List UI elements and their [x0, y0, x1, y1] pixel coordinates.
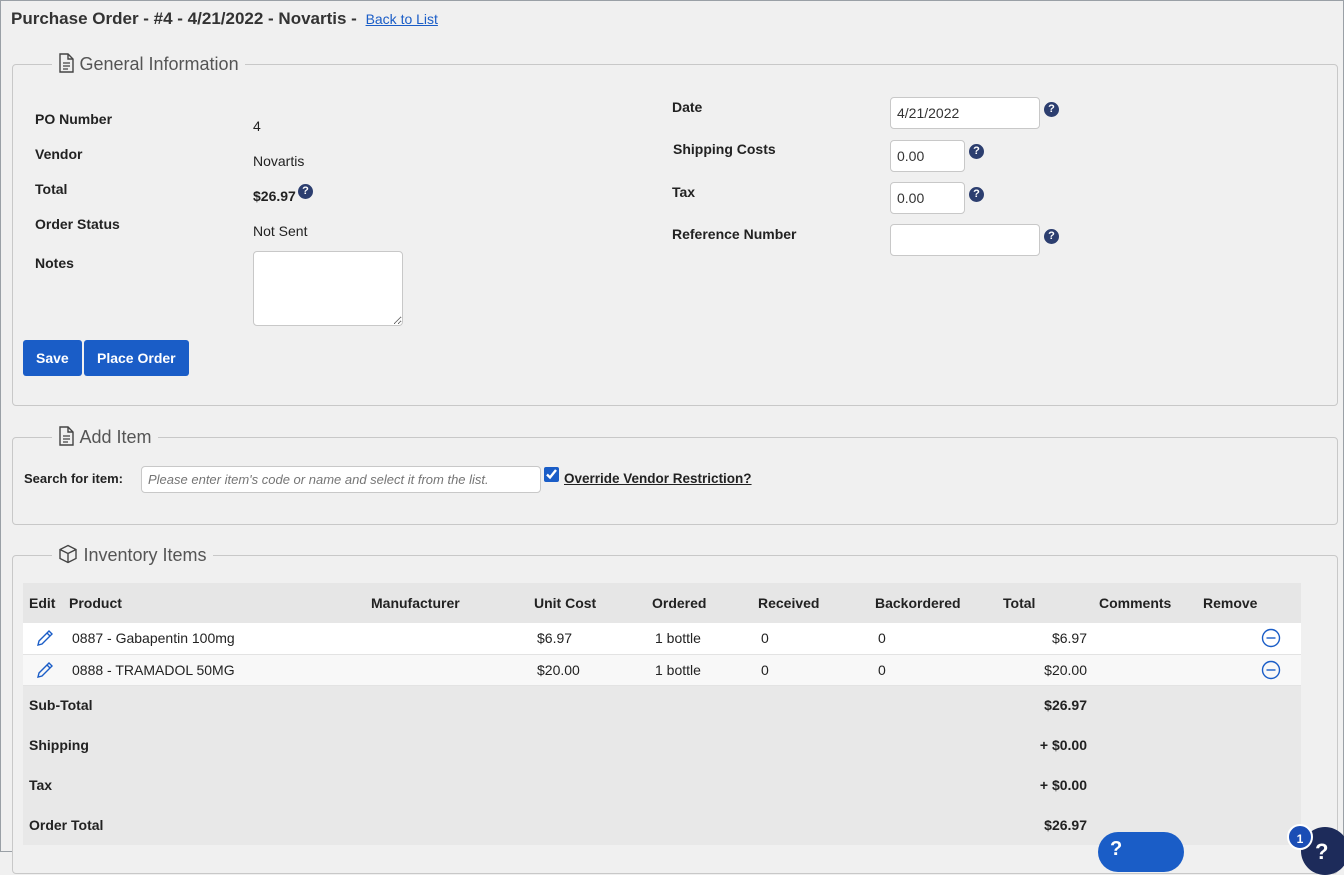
box-icon	[58, 544, 77, 564]
inventory-items-title: Inventory Items	[83, 545, 207, 565]
reference-number-label: Reference Number	[672, 226, 797, 242]
date-help-icon[interactable]: ?	[1044, 102, 1059, 117]
ordered-cell: 1 bottle	[655, 661, 701, 678]
item-search-input[interactable]	[141, 466, 541, 493]
product-cell: 0887 - Gabapentin 100mg	[72, 630, 235, 647]
shipping-summary-label: Shipping	[23, 725, 997, 765]
column-header-received: Received	[752, 583, 869, 623]
row-total-cell: $20.00	[1044, 661, 1087, 678]
backordered-cell: 0	[878, 661, 886, 678]
override-vendor-checkbox[interactable]	[544, 467, 559, 482]
remove-circle-icon[interactable]	[1261, 660, 1281, 680]
column-header-manufacturer: Manufacturer	[365, 583, 528, 623]
place-order-button[interactable]: Place Order	[84, 340, 189, 376]
search-item-label: Search for item:	[24, 471, 123, 486]
save-button[interactable]: Save	[23, 340, 82, 376]
edit-cell	[23, 623, 63, 654]
page-title-text: Purchase Order - #4 - 4/21/2022 - Novart…	[11, 9, 357, 28]
date-input[interactable]	[890, 97, 1040, 129]
manufacturer-cell	[365, 623, 528, 654]
support-fab-icon: ?	[1315, 839, 1329, 864]
vendor-label: Vendor	[35, 146, 83, 162]
general-information-legend: General Information	[52, 53, 245, 75]
backordered-cell: 0	[878, 630, 886, 647]
shipping-costs-label: Shipping Costs	[673, 141, 776, 157]
po-number-label: PO Number	[35, 111, 113, 127]
tax-help-icon[interactable]: ?	[969, 187, 984, 202]
reference-help-icon[interactable]: ?	[1044, 229, 1059, 244]
column-header-backordered: Backordered	[869, 583, 997, 623]
table-header-row: Edit Product Manufacturer Unit Cost Orde…	[23, 583, 1301, 623]
help-chat-button[interactable]: ?	[1098, 832, 1184, 872]
shipping-summary-value: + $0.00	[997, 725, 1093, 765]
received-cell: 0	[761, 661, 769, 678]
tax-label: Tax	[672, 184, 696, 200]
order-total-value: $26.97	[997, 805, 1093, 845]
table-row: 0887 - Gabapentin 100mg $6.97 1 bottle 0…	[23, 623, 1301, 654]
tax-row: Tax + $0.00	[23, 765, 1301, 805]
total-help-icon[interactable]: ?	[298, 184, 313, 199]
column-header-edit: Edit	[23, 583, 63, 623]
column-header-remove: Remove	[1197, 583, 1301, 623]
subtotal-label: Sub-Total	[23, 685, 997, 725]
notes-textarea[interactable]	[253, 251, 403, 326]
column-header-unit-cost: Unit Cost	[528, 583, 646, 623]
order-status-value: Not Sent	[253, 223, 308, 239]
comments-cell	[1093, 654, 1197, 685]
product-cell: 0888 - TRAMADOL 50MG	[72, 661, 235, 678]
column-header-product: Product	[63, 583, 365, 623]
tax-input[interactable]	[890, 182, 965, 214]
tax-summary-value: + $0.00	[997, 765, 1093, 805]
help-chat-icon: ?	[1110, 838, 1123, 860]
subtotal-value: $26.97	[997, 685, 1093, 725]
pencil-icon[interactable]	[35, 660, 55, 680]
vendor-value: Novartis	[253, 153, 305, 169]
add-item-title: Add Item	[79, 427, 152, 447]
column-header-ordered: Ordered	[646, 583, 752, 623]
override-vendor-label[interactable]: Override Vendor Restriction?	[564, 471, 752, 486]
ordered-cell: 1 bottle	[655, 630, 701, 647]
comments-cell	[1093, 623, 1197, 654]
order-status-label: Order Status	[35, 216, 120, 232]
remove-cell	[1197, 654, 1301, 685]
po-number-value: 4	[253, 118, 261, 134]
total-value: $26.97	[253, 188, 296, 204]
remove-circle-icon[interactable]	[1261, 628, 1281, 648]
table-row: 0888 - TRAMADOL 50MG $20.00 1 bottle 0 0…	[23, 654, 1301, 685]
general-information-title: General Information	[79, 54, 239, 74]
order-total-label: Order Total	[23, 805, 997, 845]
notes-label: Notes	[35, 255, 74, 271]
shipping-help-icon[interactable]: ?	[969, 144, 984, 159]
page-title: Purchase Order - #4 - 4/21/2022 - Novart…	[11, 9, 438, 29]
unit-cost-cell: $6.97	[537, 630, 573, 647]
reference-number-input[interactable]	[890, 224, 1040, 256]
document-icon	[58, 426, 74, 446]
inventory-table: Edit Product Manufacturer Unit Cost Orde…	[23, 583, 1301, 845]
notification-badge: 1	[1287, 824, 1313, 850]
column-header-comments: Comments	[1093, 583, 1197, 623]
column-header-total: Total	[997, 583, 1093, 623]
total-label: Total	[35, 181, 68, 197]
date-label: Date	[672, 99, 703, 115]
document-icon	[58, 53, 74, 73]
row-total-cell: $6.97	[1051, 630, 1087, 647]
pencil-icon[interactable]	[35, 628, 55, 648]
edit-cell	[23, 654, 63, 685]
manufacturer-cell	[365, 654, 528, 685]
inventory-items-legend: Inventory Items	[52, 544, 213, 566]
shipping-costs-input[interactable]	[890, 140, 965, 172]
back-to-list-link[interactable]: Back to List	[366, 11, 438, 27]
received-cell: 0	[761, 630, 769, 647]
shipping-row: Shipping + $0.00	[23, 725, 1301, 765]
subtotal-row: Sub-Total $26.97	[23, 685, 1301, 725]
tax-summary-label: Tax	[23, 765, 997, 805]
unit-cost-cell: $20.00	[537, 661, 580, 678]
remove-cell	[1197, 623, 1301, 654]
add-item-legend: Add Item	[52, 426, 158, 448]
